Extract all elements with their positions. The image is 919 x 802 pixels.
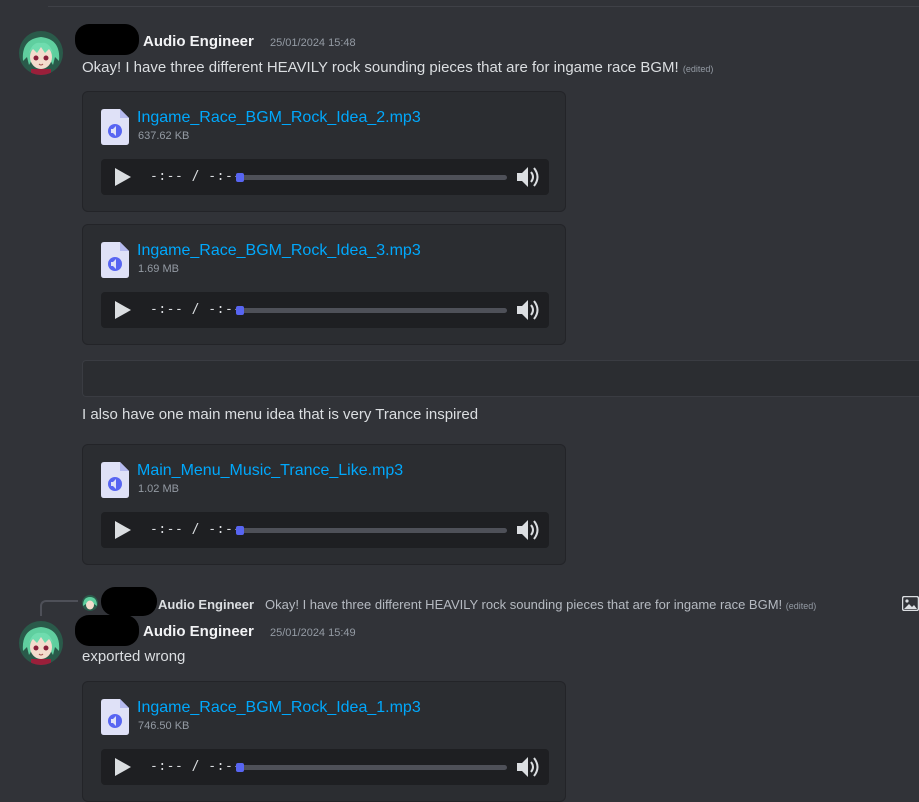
progress-track[interactable] xyxy=(238,175,507,180)
reply-connector xyxy=(40,600,78,616)
username[interactable]: Audio Engineer xyxy=(143,623,254,640)
audio-player: -:-- / -:-- xyxy=(101,749,549,785)
audio-attachment: Ingame_Race_BGM_Rock_Idea_3.mp3 1.69 MB … xyxy=(82,224,566,345)
message-text: Okay! I have three different HEAVILY roc… xyxy=(82,59,714,76)
avatar[interactable] xyxy=(19,621,63,665)
volume-icon[interactable] xyxy=(517,299,541,321)
play-icon[interactable] xyxy=(113,301,131,319)
redacted-username xyxy=(75,615,139,646)
play-icon[interactable] xyxy=(113,521,131,539)
embed-placeholder xyxy=(82,360,919,397)
progress-handle[interactable] xyxy=(236,173,244,182)
audio-file-icon xyxy=(101,242,129,278)
volume-icon[interactable] xyxy=(517,756,541,778)
progress-handle[interactable] xyxy=(236,306,244,315)
audio-player: -:-- / -:-- xyxy=(101,159,549,195)
reply-avatar[interactable] xyxy=(82,595,98,611)
file-size: 1.02 MB xyxy=(138,483,179,495)
audio-attachment: Main_Menu_Music_Trance_Like.mp3 1.02 MB … xyxy=(82,444,566,565)
audio-attachment: Ingame_Race_BGM_Rock_Idea_1.mp3 746.50 K… xyxy=(82,681,566,802)
audio-player: -:-- / -:-- xyxy=(101,292,549,328)
file-name-link[interactable]: Main_Menu_Music_Trance_Like.mp3 xyxy=(137,462,403,480)
audio-time: -:-- / -:-- xyxy=(150,759,242,774)
message-text: I also have one main menu idea that is v… xyxy=(82,406,479,423)
play-icon[interactable] xyxy=(113,758,131,776)
volume-icon[interactable] xyxy=(517,166,541,188)
audio-attachment: Ingame_Race_BGM_Rock_Idea_2.mp3 637.62 K… xyxy=(82,91,566,212)
file-size: 637.62 KB xyxy=(138,130,190,142)
progress-track[interactable] xyxy=(238,765,507,770)
play-icon[interactable] xyxy=(113,168,131,186)
volume-icon[interactable] xyxy=(517,519,541,541)
timestamp: 25/01/2024 15:49 xyxy=(270,627,356,639)
edited-label: (edited) xyxy=(682,64,714,74)
progress-handle[interactable] xyxy=(236,526,244,535)
audio-file-icon xyxy=(101,462,129,498)
audio-time: -:-- / -:-- xyxy=(150,169,242,184)
edited-label: (edited) xyxy=(785,601,817,611)
divider-top xyxy=(48,6,919,7)
file-name-link[interactable]: Ingame_Race_BGM_Rock_Idea_3.mp3 xyxy=(137,242,421,260)
audio-time: -:-- / -:-- xyxy=(150,522,242,537)
redacted-username xyxy=(101,587,157,616)
file-size: 1.69 MB xyxy=(138,263,179,275)
avatar[interactable] xyxy=(19,31,63,75)
audio-file-icon xyxy=(101,109,129,145)
file-name-link[interactable]: Ingame_Race_BGM_Rock_Idea_1.mp3 xyxy=(137,699,421,717)
progress-handle[interactable] xyxy=(236,763,244,772)
reply-preview[interactable]: Okay! I have three different HEAVILY roc… xyxy=(265,597,816,612)
image-icon xyxy=(902,596,919,611)
file-name-link[interactable]: Ingame_Race_BGM_Rock_Idea_2.mp3 xyxy=(137,109,421,127)
message-text: exported wrong xyxy=(82,648,186,665)
redacted-username xyxy=(75,24,139,55)
username[interactable]: Audio Engineer xyxy=(143,33,254,50)
file-size: 746.50 KB xyxy=(138,720,190,732)
audio-file-icon xyxy=(101,699,129,735)
audio-player: -:-- / -:-- xyxy=(101,512,549,548)
timestamp: 25/01/2024 15:48 xyxy=(270,37,356,49)
progress-track[interactable] xyxy=(238,528,507,533)
audio-time: -:-- / -:-- xyxy=(150,302,242,317)
progress-track[interactable] xyxy=(238,308,507,313)
reply-username[interactable]: Audio Engineer xyxy=(158,597,254,612)
